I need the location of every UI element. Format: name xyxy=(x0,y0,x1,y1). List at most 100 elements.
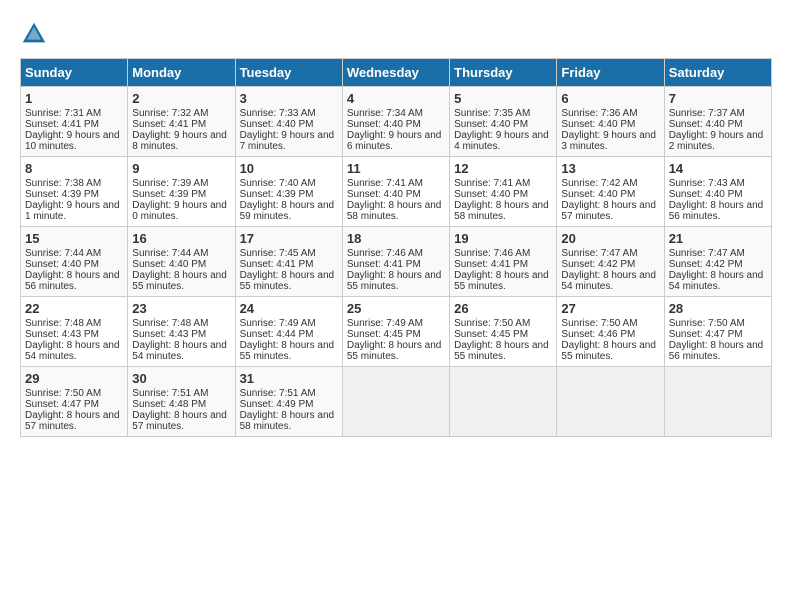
day-number: 27 xyxy=(561,301,659,316)
sunrise: Sunrise: 7:51 AM xyxy=(240,388,316,399)
sunrise: Sunrise: 7:31 AM xyxy=(25,108,101,119)
column-header-monday: Monday xyxy=(128,59,235,87)
calendar-cell: 29 Sunrise: 7:50 AM Sunset: 4:47 PM Dayl… xyxy=(21,367,128,437)
sunrise: Sunrise: 7:35 AM xyxy=(454,108,530,119)
sunset: Sunset: 4:44 PM xyxy=(240,329,314,340)
calendar-cell: 8 Sunrise: 7:38 AM Sunset: 4:39 PM Dayli… xyxy=(21,157,128,227)
day-number: 23 xyxy=(132,301,230,316)
sunrise: Sunrise: 7:39 AM xyxy=(132,178,208,189)
sunrise: Sunrise: 7:48 AM xyxy=(25,318,101,329)
sunrise: Sunrise: 7:40 AM xyxy=(240,178,316,189)
calendar-cell: 26 Sunrise: 7:50 AM Sunset: 4:45 PM Dayl… xyxy=(450,297,557,367)
sunrise: Sunrise: 7:42 AM xyxy=(561,178,637,189)
sunset: Sunset: 4:45 PM xyxy=(454,329,528,340)
day-number: 20 xyxy=(561,231,659,246)
daylight: Daylight: 8 hours and 54 minutes. xyxy=(669,270,764,292)
calendar-cell: 3 Sunrise: 7:33 AM Sunset: 4:40 PM Dayli… xyxy=(235,87,342,157)
sunrise: Sunrise: 7:50 AM xyxy=(454,318,530,329)
calendar-cell: 21 Sunrise: 7:47 AM Sunset: 4:42 PM Dayl… xyxy=(664,227,771,297)
sunset: Sunset: 4:39 PM xyxy=(132,189,206,200)
calendar-table: SundayMondayTuesdayWednesdayThursdayFrid… xyxy=(20,58,772,437)
daylight: Daylight: 8 hours and 54 minutes. xyxy=(561,270,656,292)
sunrise: Sunrise: 7:32 AM xyxy=(132,108,208,119)
calendar-cell: 20 Sunrise: 7:47 AM Sunset: 4:42 PM Dayl… xyxy=(557,227,664,297)
column-header-wednesday: Wednesday xyxy=(342,59,449,87)
sunset: Sunset: 4:41 PM xyxy=(25,119,99,130)
daylight: Daylight: 8 hours and 55 minutes. xyxy=(561,340,656,362)
calendar-cell: 4 Sunrise: 7:34 AM Sunset: 4:40 PM Dayli… xyxy=(342,87,449,157)
column-header-friday: Friday xyxy=(557,59,664,87)
daylight: Daylight: 9 hours and 2 minutes. xyxy=(669,130,764,152)
sunset: Sunset: 4:40 PM xyxy=(669,189,743,200)
daylight: Daylight: 8 hours and 54 minutes. xyxy=(132,340,227,362)
calendar-cell: 14 Sunrise: 7:43 AM Sunset: 4:40 PM Dayl… xyxy=(664,157,771,227)
calendar-cell: 18 Sunrise: 7:46 AM Sunset: 4:41 PM Dayl… xyxy=(342,227,449,297)
sunrise: Sunrise: 7:43 AM xyxy=(669,178,745,189)
sunset: Sunset: 4:39 PM xyxy=(25,189,99,200)
sunset: Sunset: 4:40 PM xyxy=(347,119,421,130)
day-number: 30 xyxy=(132,371,230,386)
day-number: 25 xyxy=(347,301,445,316)
daylight: Daylight: 8 hours and 57 minutes. xyxy=(25,410,120,432)
day-number: 16 xyxy=(132,231,230,246)
day-number: 31 xyxy=(240,371,338,386)
sunset: Sunset: 4:40 PM xyxy=(454,119,528,130)
calendar-cell: 13 Sunrise: 7:42 AM Sunset: 4:40 PM Dayl… xyxy=(557,157,664,227)
day-number: 9 xyxy=(132,161,230,176)
sunrise: Sunrise: 7:46 AM xyxy=(347,248,423,259)
sunset: Sunset: 4:40 PM xyxy=(347,189,421,200)
sunset: Sunset: 4:47 PM xyxy=(669,329,743,340)
sunrise: Sunrise: 7:45 AM xyxy=(240,248,316,259)
sunset: Sunset: 4:45 PM xyxy=(347,329,421,340)
daylight: Daylight: 8 hours and 55 minutes. xyxy=(132,270,227,292)
sunrise: Sunrise: 7:44 AM xyxy=(25,248,101,259)
daylight: Daylight: 8 hours and 56 minutes. xyxy=(25,270,120,292)
sunset: Sunset: 4:47 PM xyxy=(25,399,99,410)
sunset: Sunset: 4:40 PM xyxy=(454,189,528,200)
sunset: Sunset: 4:40 PM xyxy=(132,259,206,270)
day-number: 15 xyxy=(25,231,123,246)
column-header-saturday: Saturday xyxy=(664,59,771,87)
daylight: Daylight: 9 hours and 0 minutes. xyxy=(132,200,227,222)
calendar-cell: 30 Sunrise: 7:51 AM Sunset: 4:48 PM Dayl… xyxy=(128,367,235,437)
daylight: Daylight: 8 hours and 56 minutes. xyxy=(669,200,764,222)
page-header xyxy=(20,20,772,48)
column-header-sunday: Sunday xyxy=(21,59,128,87)
sunset: Sunset: 4:39 PM xyxy=(240,189,314,200)
daylight: Daylight: 8 hours and 59 minutes. xyxy=(240,200,335,222)
sunset: Sunset: 4:46 PM xyxy=(561,329,635,340)
calendar-cell: 1 Sunrise: 7:31 AM Sunset: 4:41 PM Dayli… xyxy=(21,87,128,157)
calendar-cell: 23 Sunrise: 7:48 AM Sunset: 4:43 PM Dayl… xyxy=(128,297,235,367)
sunrise: Sunrise: 7:33 AM xyxy=(240,108,316,119)
day-number: 3 xyxy=(240,91,338,106)
daylight: Daylight: 8 hours and 55 minutes. xyxy=(347,270,442,292)
sunset: Sunset: 4:43 PM xyxy=(25,329,99,340)
sunrise: Sunrise: 7:51 AM xyxy=(132,388,208,399)
calendar-cell xyxy=(557,367,664,437)
calendar-cell: 27 Sunrise: 7:50 AM Sunset: 4:46 PM Dayl… xyxy=(557,297,664,367)
calendar-cell xyxy=(664,367,771,437)
daylight: Daylight: 9 hours and 8 minutes. xyxy=(132,130,227,152)
calendar-week-row: 15 Sunrise: 7:44 AM Sunset: 4:40 PM Dayl… xyxy=(21,227,772,297)
daylight: Daylight: 8 hours and 57 minutes. xyxy=(561,200,656,222)
day-number: 19 xyxy=(454,231,552,246)
sunrise: Sunrise: 7:47 AM xyxy=(669,248,745,259)
calendar-week-row: 8 Sunrise: 7:38 AM Sunset: 4:39 PM Dayli… xyxy=(21,157,772,227)
day-number: 13 xyxy=(561,161,659,176)
calendar-cell: 5 Sunrise: 7:35 AM Sunset: 4:40 PM Dayli… xyxy=(450,87,557,157)
day-number: 2 xyxy=(132,91,230,106)
sunrise: Sunrise: 7:34 AM xyxy=(347,108,423,119)
daylight: Daylight: 8 hours and 58 minutes. xyxy=(240,410,335,432)
day-number: 4 xyxy=(347,91,445,106)
sunrise: Sunrise: 7:36 AM xyxy=(561,108,637,119)
sunset: Sunset: 4:41 PM xyxy=(132,119,206,130)
day-number: 22 xyxy=(25,301,123,316)
sunset: Sunset: 4:48 PM xyxy=(132,399,206,410)
day-number: 10 xyxy=(240,161,338,176)
day-number: 1 xyxy=(25,91,123,106)
logo xyxy=(20,20,52,48)
daylight: Daylight: 9 hours and 4 minutes. xyxy=(454,130,549,152)
calendar-cell: 10 Sunrise: 7:40 AM Sunset: 4:39 PM Dayl… xyxy=(235,157,342,227)
sunrise: Sunrise: 7:44 AM xyxy=(132,248,208,259)
day-number: 11 xyxy=(347,161,445,176)
